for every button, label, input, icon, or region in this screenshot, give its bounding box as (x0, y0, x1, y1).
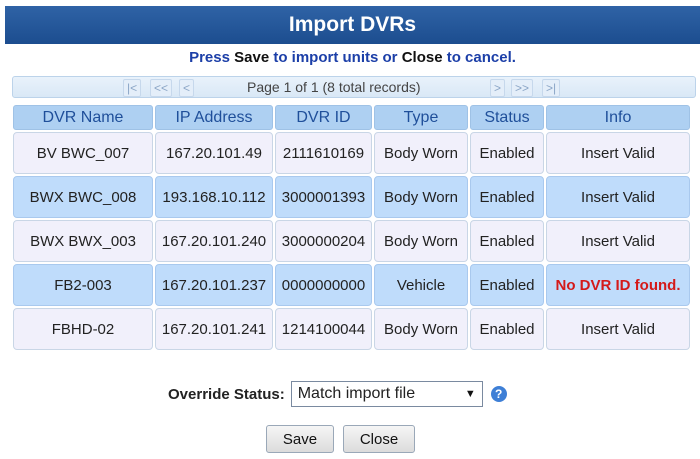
table-header-row: DVR Name IP Address DVR ID Type Status I… (13, 105, 690, 130)
previous-page-button[interactable]: < (179, 79, 195, 97)
cell-info-error: No DVR ID found. (546, 264, 690, 306)
pagination-info: Page 1 of 1 (8 total records) (247, 79, 421, 95)
override-status-row: Override Status: Match import file ▼ ? (168, 380, 507, 408)
dvr-import-table: DVR Name IP Address DVR ID Type Status I… (11, 103, 692, 352)
cell-dvr-id: 1214100044 (275, 308, 372, 350)
column-header-type[interactable]: Type (374, 105, 468, 130)
cell-type: Body Worn (374, 132, 468, 174)
cell-dvr-id: 3000000204 (275, 220, 372, 262)
instruction-text: Press Save to import units or Close to c… (5, 46, 700, 70)
instruction-save-word: Save (234, 49, 270, 66)
instruction-part-3: to cancel. (442, 49, 516, 66)
override-status-label: Override Status: (168, 385, 285, 403)
column-header-dvr-name[interactable]: DVR Name (13, 105, 153, 130)
cell-ip-address: 193.168.10.112 (155, 176, 273, 218)
cell-ip-address: 167.20.101.240 (155, 220, 273, 262)
column-header-status[interactable]: Status (470, 105, 544, 130)
table-row[interactable]: FBHD-02 167.20.101.241 1214100044 Body W… (13, 308, 690, 350)
pagination-bar: |< << < Page 1 of 1 (8 total records) > … (12, 76, 696, 98)
cell-ip-address: 167.20.101.49 (155, 132, 273, 174)
help-icon[interactable]: ? (490, 386, 507, 402)
table-row[interactable]: BV BWC_007 167.20.101.49 2111610169 Body… (13, 132, 690, 174)
column-header-ip-address[interactable]: IP Address (155, 105, 273, 130)
dialog-title-text: Import DVRs (288, 13, 417, 36)
cell-dvr-id: 2111610169 (275, 132, 372, 174)
cell-info: Insert Valid (546, 132, 690, 174)
cell-status: Enabled (470, 132, 544, 174)
last-page-button[interactable]: >| (542, 79, 561, 97)
table-row[interactable]: BWX BWX_003 167.20.101.240 3000000204 Bo… (13, 220, 690, 262)
cell-type: Vehicle (374, 264, 468, 306)
cell-dvr-name: FBHD-02 (13, 308, 153, 350)
cell-dvr-name: BWX BWC_008 (13, 176, 153, 218)
instruction-close-word: Close (401, 49, 443, 66)
cell-dvr-id: 3000001393 (275, 176, 372, 218)
column-header-dvr-id[interactable]: DVR ID (275, 105, 372, 130)
cell-info: Insert Valid (546, 176, 690, 218)
override-status-select[interactable]: Match import file ▼ (290, 381, 483, 407)
cell-type: Body Worn (374, 308, 468, 350)
cell-ip-address: 167.20.101.241 (155, 308, 273, 350)
save-button[interactable]: Save (266, 425, 334, 453)
close-button[interactable]: Close (343, 425, 415, 453)
table-row[interactable]: BWX BWC_008 193.168.10.112 3000001393 Bo… (13, 176, 690, 218)
cell-type: Body Worn (374, 220, 468, 262)
cell-status: Enabled (470, 176, 544, 218)
instruction-part-1: Press (189, 49, 235, 66)
cell-info: Insert Valid (546, 308, 690, 350)
cell-ip-address: 167.20.101.237 (155, 264, 273, 306)
next-page-button[interactable]: > (490, 79, 506, 97)
column-header-info[interactable]: Info (546, 105, 690, 130)
first-page-button[interactable]: |< (123, 79, 142, 97)
dialog-title: Import DVRs (5, 6, 700, 44)
table-row[interactable]: FB2-003 167.20.101.237 0000000000 Vehicl… (13, 264, 690, 306)
cell-dvr-name: BWX BWX_003 (13, 220, 153, 262)
next-pages-button[interactable]: >> (511, 79, 534, 97)
instruction-part-2: to import units or (269, 49, 402, 66)
cell-status: Enabled (470, 220, 544, 262)
previous-pages-button[interactable]: << (150, 79, 173, 97)
cell-type: Body Worn (374, 176, 468, 218)
cell-dvr-name: BV BWC_007 (13, 132, 153, 174)
cell-status: Enabled (470, 308, 544, 350)
cell-dvr-name: FB2-003 (13, 264, 153, 306)
cell-dvr-id: 0000000000 (275, 264, 372, 306)
cell-status: Enabled (470, 264, 544, 306)
override-status-value: Match import file (297, 385, 416, 402)
cell-info: Insert Valid (546, 220, 690, 262)
caret-down-icon: ▼ (464, 388, 476, 400)
